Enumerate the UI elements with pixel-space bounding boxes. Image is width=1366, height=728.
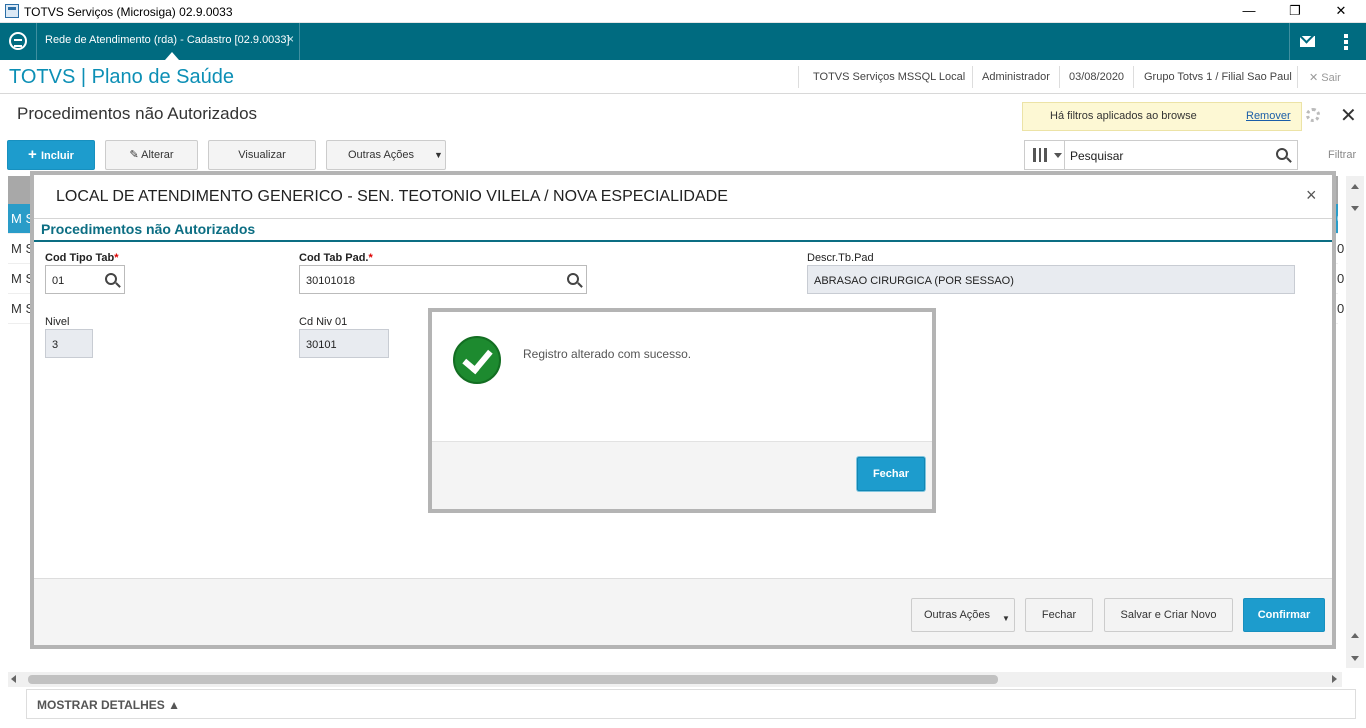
dialog-message: Registro alterado com sucesso. <box>523 347 692 361</box>
app-header: TOTVS | Plano de Saúde TOTVS Serviços MS… <box>0 60 1366 94</box>
kebab-menu-icon[interactable] <box>1344 34 1348 50</box>
caret-down-icon: ▼ <box>434 150 443 160</box>
cd-niv-01-label: Cd Niv 01 <box>299 316 348 328</box>
row-cell: 0 <box>1337 211 1345 226</box>
modal-title: LOCAL DE ATENDIMENTO GENERICO - SEN. TEO… <box>56 188 728 205</box>
filtrar-link[interactable]: Filtrar <box>1328 149 1356 161</box>
alterar-button[interactable]: ✎ Alterar <box>105 140 198 170</box>
window-close-button[interactable]: ✕ <box>1328 2 1354 20</box>
descr-tb-pad-label: Descr.Tb.Pad <box>807 252 874 264</box>
horizontal-scrollbar[interactable] <box>8 672 1342 687</box>
pencil-icon: ✎ <box>129 149 142 161</box>
filter-notice-text: Há filtros aplicados ao browse <box>1050 110 1197 122</box>
cod-tab-pad-input[interactable]: 30101018 <box>299 265 587 294</box>
search-input[interactable]: Pesquisar <box>1070 149 1123 163</box>
row-cell: 0 <box>1337 271 1345 286</box>
browse-close-button[interactable]: ✕ <box>1340 103 1357 128</box>
tab-close-icon[interactable]: × <box>287 32 294 46</box>
search-icon[interactable] <box>1276 148 1288 160</box>
app-window-icon <box>5 4 19 18</box>
modal-fechar-button[interactable]: Fechar <box>1025 598 1093 632</box>
incluir-label: Incluir <box>40 150 74 162</box>
scrollbar-thumb[interactable] <box>28 675 998 684</box>
company-label: Grupo Totvs 1 / Filial Sao Paul <box>1144 71 1292 83</box>
remove-filter-link[interactable]: Remover <box>1246 110 1291 122</box>
header-divider <box>798 66 799 88</box>
search-divider <box>1064 141 1065 169</box>
tab-rede-atendimento[interactable]: Rede de Atendimento (rda) - Cadastro [02… <box>36 23 300 60</box>
outras-acoes-button[interactable]: Outras Ações ▼ <box>326 140 446 170</box>
modal-outras-acoes-button[interactable]: Outras Ações ▼ <box>911 598 1015 632</box>
totvs-home-icon[interactable] <box>9 32 27 50</box>
scroll-left-icon[interactable] <box>11 675 16 683</box>
dialog-footer: Fechar <box>432 441 932 509</box>
window-titlebar: TOTVS Serviços (Microsiga) 02.9.0033 — ❐… <box>0 0 1366 23</box>
tab-bar: Rede de Atendimento (rda) - Cadastro [02… <box>0 23 1366 60</box>
cod-tipo-tab-label: Cod Tipo Tab* <box>45 252 119 264</box>
exit-button[interactable]: ✕ Sair <box>1309 71 1341 84</box>
scroll-right-icon[interactable] <box>1332 675 1337 683</box>
mostrar-detalhes-label: MOSTRAR DETALHES ▲ <box>37 698 180 712</box>
scroll-down-icon[interactable] <box>1351 206 1359 211</box>
incluir-button[interactable]: + Incluir <box>7 140 95 170</box>
scroll-up-icon[interactable] <box>1351 184 1359 189</box>
caret-down-icon[interactable] <box>1054 153 1062 158</box>
environment-label: TOTVS Serviços MSSQL Local <box>813 71 966 83</box>
exit-label: Sair <box>1321 72 1341 84</box>
mail-icon[interactable] <box>1300 36 1315 47</box>
outras-acoes-label: Outras Ações <box>348 149 415 161</box>
window-title: TOTVS Serviços (Microsiga) 02.9.0033 <box>24 5 233 19</box>
confirmar-button[interactable]: Confirmar <box>1243 598 1325 632</box>
search-icon[interactable] <box>105 273 117 285</box>
tabbar-divider <box>1289 23 1290 60</box>
modal-divider <box>34 218 1332 219</box>
dialog-fechar-button[interactable]: Fechar <box>857 457 925 491</box>
success-dialog: Registro alterado com sucesso. Fechar <box>428 308 936 513</box>
page-title: Procedimentos não Autorizados <box>17 104 258 123</box>
nivel-label: Nivel <box>45 316 70 328</box>
cd-niv-01-field: 30101 <box>299 329 389 358</box>
tab-label: Rede de Atendimento (rda) - Cadastro [02… <box>45 34 290 46</box>
search-icon[interactable] <box>567 273 579 285</box>
salvar-criar-novo-button[interactable]: Salvar e Criar Novo <box>1104 598 1233 632</box>
cod-tab-pad-label: Cod Tab Pad.* <box>299 252 373 264</box>
scroll-down-icon[interactable] <box>1351 656 1359 661</box>
app-brand: TOTVS | Plano de Saúde <box>9 66 234 88</box>
caret-down-icon: ▼ <box>1002 614 1010 623</box>
nivel-field: 3 <box>45 329 93 358</box>
row-cell: 0 <box>1337 301 1345 316</box>
search-box[interactable]: Pesquisar <box>1024 140 1298 170</box>
scroll-up-icon[interactable] <box>1351 633 1359 638</box>
modal-close-icon[interactable]: × <box>1306 185 1317 206</box>
header-divider <box>1059 66 1060 88</box>
mostrar-detalhes-bar[interactable]: MOSTRAR DETALHES ▲ <box>26 689 1356 719</box>
descr-tb-pad-field: ABRASAO CIRURGICA (POR SESSAO) <box>807 265 1295 294</box>
exit-icon: ✕ <box>1309 72 1319 84</box>
date-label: 03/08/2020 <box>1069 71 1125 83</box>
plus-icon: + <box>28 146 41 163</box>
filter-notice: Há filtros aplicados ao browse Remover <box>1022 102 1302 131</box>
row-cell: 0 <box>1337 241 1345 256</box>
alterar-label: Alterar <box>141 149 174 161</box>
section-title: Procedimentos não Autorizados <box>41 221 256 237</box>
header-divider <box>1297 66 1298 88</box>
modal-footer: Outras Ações ▼ Fechar Salvar e Criar Nov… <box>34 578 1332 645</box>
restore-button[interactable]: ❐ <box>1282 2 1308 20</box>
visualizar-button[interactable]: Visualizar <box>208 140 316 170</box>
minimize-button[interactable]: — <box>1236 2 1262 20</box>
tab-active-indicator <box>165 52 179 60</box>
vertical-scrollbar[interactable] <box>1346 176 1364 668</box>
columns-icon[interactable] <box>1033 148 1047 162</box>
user-label: Administrador <box>982 71 1050 83</box>
section-underline <box>34 240 1332 242</box>
header-divider <box>972 66 973 88</box>
check-circle-icon <box>453 336 501 384</box>
gear-icon[interactable] <box>1306 108 1320 122</box>
outras-acoes-label: Outras Ações <box>924 609 991 621</box>
header-divider <box>1133 66 1134 88</box>
